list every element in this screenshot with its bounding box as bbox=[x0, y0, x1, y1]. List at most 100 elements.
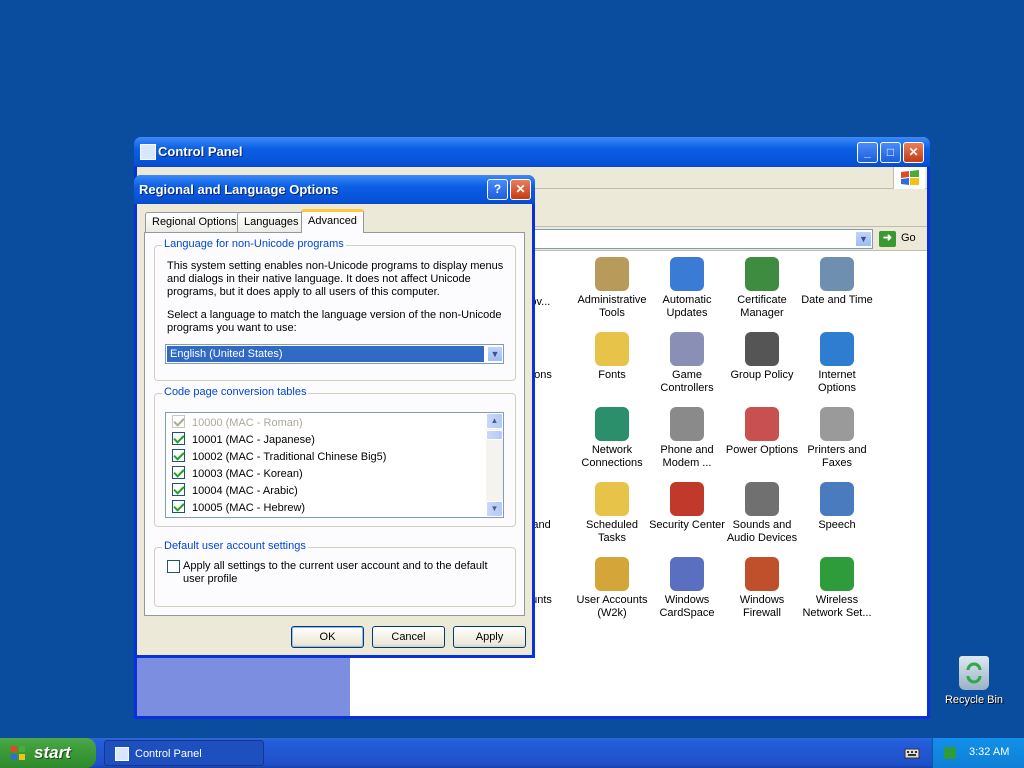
scroll-up-icon[interactable]: ▲ bbox=[486, 413, 503, 429]
code-page-checkbox[interactable] bbox=[172, 415, 185, 428]
code-page-label: 10003 (MAC - Korean) bbox=[192, 468, 303, 480]
cp-item[interactable]: Windows Firewall bbox=[724, 557, 800, 620]
scroll-down-icon[interactable]: ▼ bbox=[486, 501, 503, 517]
minimize-button[interactable]: _ bbox=[857, 142, 878, 163]
shield-icon bbox=[670, 482, 704, 516]
group-policy-icon bbox=[745, 332, 779, 366]
cp-item-label: Wireless Network Set... bbox=[802, 594, 872, 619]
cp-item-label: Date and Time bbox=[801, 294, 873, 306]
clock[interactable]: 3:32 AM bbox=[969, 746, 1009, 758]
windows-logo-icon bbox=[893, 167, 925, 189]
taskbar: start Control Panel 3:32 AM bbox=[0, 738, 1024, 768]
recycle-bin-label: Recycle Bin bbox=[944, 694, 1004, 706]
admin-tools-icon bbox=[595, 257, 629, 291]
cp-item[interactable]: Windows CardSpace bbox=[649, 557, 725, 620]
cancel-button[interactable]: Cancel bbox=[372, 626, 445, 648]
non-unicode-description: This system setting enables non-Unicode … bbox=[167, 260, 504, 298]
code-page-list[interactable]: 10000 (MAC - Roman) 10001 (MAC - Japanese… bbox=[165, 412, 504, 518]
cp-item-label: Security Center bbox=[649, 519, 725, 531]
close-button[interactable]: ✕ bbox=[903, 142, 924, 163]
tab-advanced[interactable]: Advanced bbox=[301, 209, 364, 233]
go-button[interactable]: ➜ Go bbox=[879, 230, 923, 248]
cp-item[interactable]: Network Connections bbox=[574, 407, 650, 470]
non-unicode-instruction: Select a language to match the language … bbox=[167, 309, 502, 334]
code-page-row[interactable]: 10003 (MAC - Korean) bbox=[172, 466, 303, 483]
code-page-checkbox[interactable] bbox=[172, 432, 185, 445]
start-button[interactable]: start bbox=[0, 738, 96, 768]
code-page-checkbox[interactable] bbox=[172, 500, 185, 513]
cp-item[interactable]: Certificate Manager bbox=[724, 257, 800, 320]
cp-item[interactable]: Administrative Tools bbox=[574, 257, 650, 320]
globe-icon bbox=[820, 332, 854, 366]
cp-item[interactable]: Group Policy bbox=[724, 332, 800, 382]
cp-item[interactable]: Phone and Modem ... bbox=[649, 407, 725, 470]
recycle-bin[interactable]: Recycle Bin bbox=[944, 656, 1004, 706]
tab-languages[interactable]: Languages bbox=[237, 212, 306, 232]
code-page-label: 10005 (MAC - Hebrew) bbox=[192, 502, 306, 514]
network-icon bbox=[595, 407, 629, 441]
help-button[interactable]: ? bbox=[487, 179, 508, 200]
cp-item-label: Sounds and Audio Devices bbox=[726, 519, 798, 544]
taskbar-item-label: Control Panel bbox=[135, 748, 202, 760]
gamepad-icon bbox=[670, 332, 704, 366]
system-tray: 3:32 AM bbox=[932, 738, 1024, 768]
keyboard-icon[interactable] bbox=[904, 746, 920, 760]
cp-item[interactable]: Printers and Faxes bbox=[799, 407, 875, 470]
cp-item[interactable]: Sounds and Audio Devices bbox=[724, 482, 800, 545]
cp-item[interactable]: Fonts bbox=[574, 332, 650, 382]
control-panel-title: Control Panel bbox=[158, 144, 243, 159]
dialog-close-button[interactable]: ✕ bbox=[510, 179, 531, 200]
tab-regional-options[interactable]: Regional Options bbox=[145, 212, 244, 232]
address-dropdown-button[interactable]: ▼ bbox=[855, 231, 872, 247]
cp-item[interactable]: Automatic Updates bbox=[649, 257, 725, 320]
cp-item[interactable]: Speech bbox=[799, 482, 875, 532]
cp-item-label: Group Policy bbox=[730, 369, 794, 381]
cp-item-label: Game Controllers bbox=[660, 369, 714, 394]
non-unicode-legend: Language for non-Unicode programs bbox=[162, 238, 346, 250]
language-select[interactable]: English (United States) ▼ bbox=[165, 344, 504, 364]
code-page-row[interactable]: 10005 (MAC - Hebrew) bbox=[172, 500, 305, 517]
cp-item[interactable]: Power Options bbox=[724, 407, 800, 457]
code-page-row[interactable]: 10002 (MAC - Traditional Chinese Big5) bbox=[172, 449, 386, 466]
code-page-checkbox[interactable] bbox=[172, 449, 185, 462]
cp-item[interactable]: Game Controllers bbox=[649, 332, 725, 395]
windows-update-icon bbox=[670, 257, 704, 291]
ok-button[interactable]: OK bbox=[291, 626, 364, 648]
code-page-label: 10004 (MAC - Arabic) bbox=[192, 485, 298, 497]
code-page-row[interactable]: 10001 (MAC - Japanese) bbox=[172, 432, 315, 449]
cp-item[interactable]: Scheduled Tasks bbox=[574, 482, 650, 545]
cp-item[interactable]: Date and Time bbox=[799, 257, 875, 307]
code-page-label: 10000 (MAC - Roman) bbox=[192, 417, 303, 429]
cp-item[interactable]: Security Center bbox=[649, 482, 725, 532]
wireless-icon bbox=[820, 557, 854, 591]
user-accounts-icon bbox=[595, 557, 629, 591]
code-page-checkbox[interactable] bbox=[172, 483, 185, 496]
default-account-group: Default user account settings Apply all … bbox=[154, 540, 516, 607]
code-page-label: 10002 (MAC - Traditional Chinese Big5) bbox=[192, 451, 387, 463]
printer-icon bbox=[820, 407, 854, 441]
cp-item[interactable]: User Accounts (W2k) bbox=[574, 557, 650, 620]
cp-item-label: Administrative Tools bbox=[577, 294, 647, 319]
control-panel-title-bar[interactable]: Control Panel _ □ ✕ bbox=[134, 137, 930, 167]
maximize-button[interactable]: □ bbox=[880, 142, 901, 163]
scroll-thumb[interactable] bbox=[486, 430, 503, 440]
control-panel-icon bbox=[140, 144, 156, 160]
dialog-title-bar[interactable]: Regional and Language Options ? ✕ bbox=[134, 175, 535, 204]
chevron-down-icon[interactable]: ▼ bbox=[487, 346, 503, 362]
start-label: start bbox=[34, 743, 71, 762]
network-tray-icon[interactable] bbox=[943, 746, 957, 760]
cp-item-label: Printers and Faxes bbox=[807, 444, 867, 469]
go-arrow-icon: ➜ bbox=[879, 231, 896, 247]
code-page-row[interactable]: 10004 (MAC - Arabic) bbox=[172, 483, 298, 500]
control-panel-icon bbox=[115, 747, 129, 761]
cp-item-label: Automatic Updates bbox=[662, 294, 712, 319]
cp-item-label: User Accounts (W2k) bbox=[576, 594, 648, 619]
cp-item[interactable]: Internet Options bbox=[799, 332, 875, 395]
taskbar-item-control-panel[interactable]: Control Panel bbox=[104, 740, 264, 766]
apply-button[interactable]: Apply bbox=[453, 626, 526, 648]
list-scrollbar[interactable]: ▲ ▼ bbox=[486, 413, 503, 517]
certificate-icon bbox=[745, 257, 779, 291]
cp-item[interactable]: Wireless Network Set... bbox=[799, 557, 875, 620]
code-page-row[interactable]: 10000 (MAC - Roman) bbox=[172, 415, 303, 432]
code-page-checkbox[interactable] bbox=[172, 466, 185, 479]
